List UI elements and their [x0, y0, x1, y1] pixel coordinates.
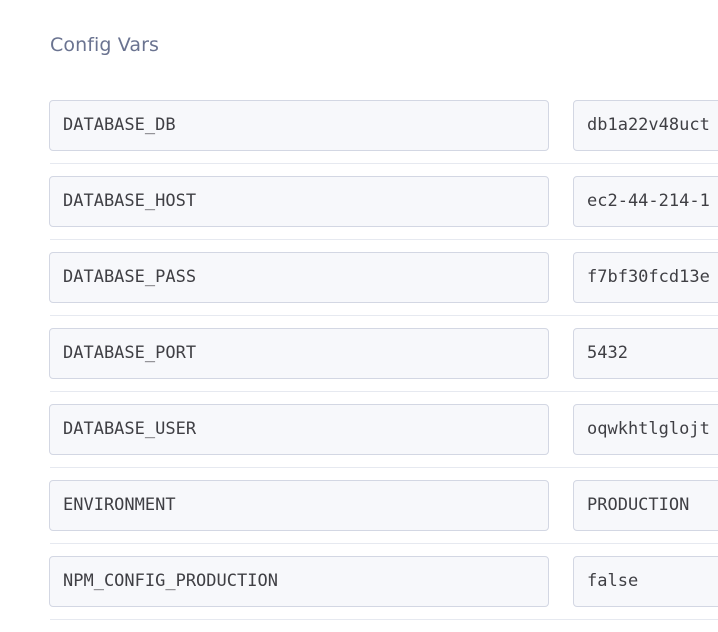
config-var-row: ENVIRONMENT PRODUCTION [0, 480, 718, 556]
config-var-row: DATABASE_DB db1a22v48uct [0, 100, 718, 176]
config-var-key-input[interactable]: DATABASE_DB [49, 100, 549, 151]
config-var-key-input[interactable]: DATABASE_USER [49, 404, 549, 455]
config-var-key-input[interactable]: DATABASE_HOST [49, 176, 549, 227]
config-var-row: DATABASE_PASS f7bf30fcd13e [0, 252, 718, 328]
config-var-key-input[interactable]: NPM_CONFIG_PRODUCTION [49, 556, 549, 607]
row-divider [50, 239, 718, 240]
config-var-value-input[interactable]: db1a22v48uct [573, 100, 718, 151]
row-divider [50, 543, 718, 544]
config-var-value-input[interactable]: 5432 [573, 328, 718, 379]
config-var-key-input[interactable]: DATABASE_PORT [49, 328, 549, 379]
row-divider [50, 315, 718, 316]
config-var-value-input[interactable]: PRODUCTION [573, 480, 718, 531]
config-var-value-input[interactable]: false [573, 556, 718, 607]
config-var-key-input[interactable]: ENVIRONMENT [49, 480, 549, 531]
config-var-value-input[interactable]: ec2-44-214-1 [573, 176, 718, 227]
config-var-row: DATABASE_USER oqwkhtlglojt [0, 404, 718, 480]
config-var-value-input[interactable]: f7bf30fcd13e [573, 252, 718, 303]
config-var-row: DATABASE_HOST ec2-44-214-1 [0, 176, 718, 252]
config-var-row: NPM_CONFIG_PRODUCTION false [0, 556, 718, 632]
section-title: Config Vars [50, 34, 159, 56]
row-divider [50, 467, 718, 468]
config-var-value-input[interactable]: oqwkhtlglojt [573, 404, 718, 455]
row-divider [50, 163, 718, 164]
config-vars-list: DATABASE_DB db1a22v48uct DATABASE_HOST e… [0, 100, 718, 632]
config-var-key-input[interactable]: DATABASE_PASS [49, 252, 549, 303]
row-divider [50, 619, 718, 620]
row-divider [50, 391, 718, 392]
config-var-row: DATABASE_PORT 5432 [0, 328, 718, 404]
